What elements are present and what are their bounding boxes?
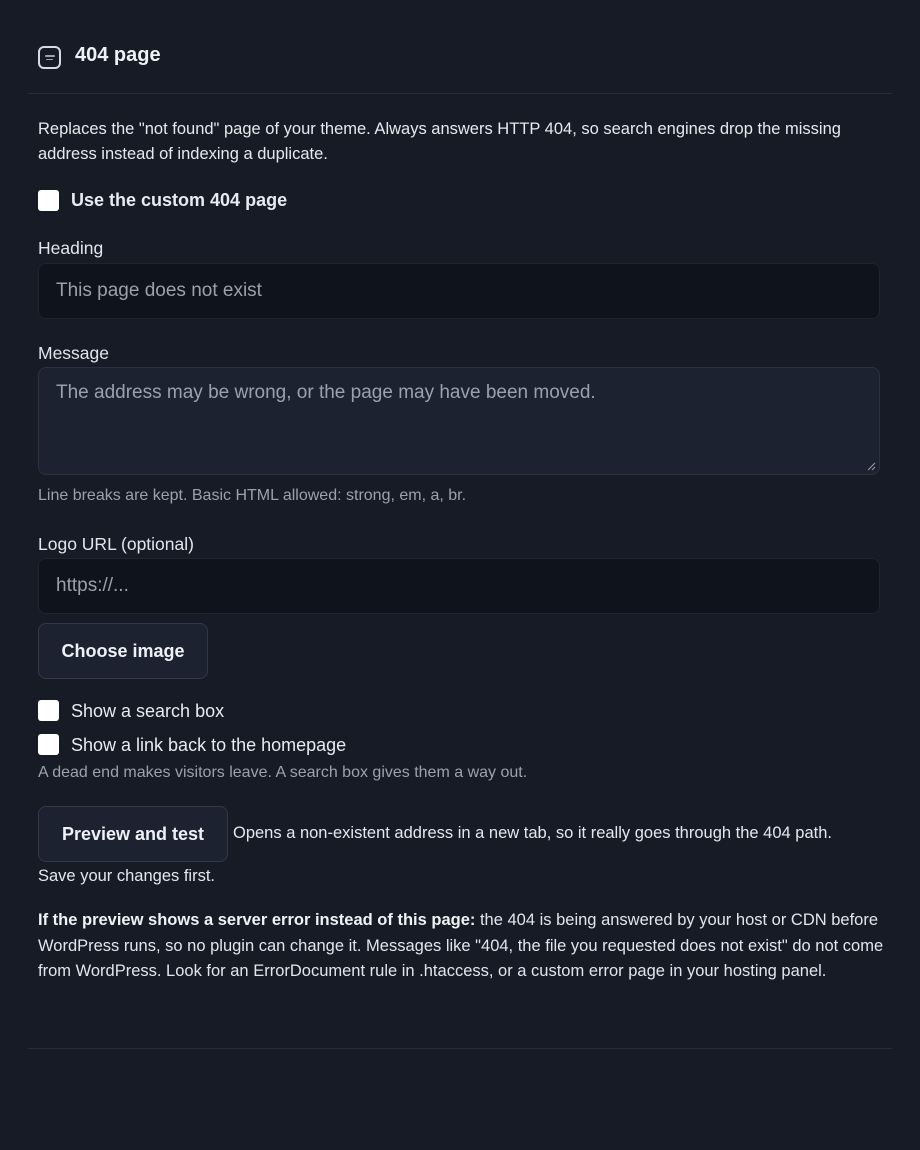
server-error-note: If the preview shows a server error inst… <box>38 908 884 985</box>
section-header: 404 page <box>28 28 892 94</box>
logo-label: Logo URL (optional) <box>38 534 194 554</box>
heading-label: Heading <box>38 238 104 258</box>
message-label: Message <box>38 343 110 363</box>
section-description: Replaces the "not found" page of your th… <box>38 120 841 163</box>
enable-checkbox-label[interactable]: Use the custom 404 page <box>71 190 287 211</box>
homepage-link-label[interactable]: Show a link back to the homepage <box>71 735 346 756</box>
message-placeholder: The address may be wrong, or the page ma… <box>56 382 596 403</box>
server-error-note-lead: If the preview shows a server error inst… <box>38 911 476 929</box>
search-box-label[interactable]: Show a search box <box>71 701 224 722</box>
message-textarea[interactable]: The address may be wrong, or the page ma… <box>38 367 880 475</box>
choose-image-button[interactable]: Choose image <box>38 623 208 679</box>
section-divider <box>28 1048 892 1049</box>
settings-panel: 404 page Replaces the "not found" page o… <box>0 0 920 1150</box>
preview-save-note: Save your changes first. <box>38 867 216 885</box>
options-hint: A dead end makes visitors leave. A searc… <box>38 764 528 781</box>
preview-description: Opens a non-existent address in a new ta… <box>233 824 832 842</box>
message-hint: Line breaks are kept. Basic HTML allowed… <box>38 487 467 504</box>
resize-grip-icon[interactable] <box>867 462 876 471</box>
page-icon <box>38 46 61 69</box>
homepage-link-checkbox[interactable] <box>38 734 59 755</box>
logo-url-input[interactable]: https://... <box>38 558 880 614</box>
logo-url-placeholder: https://... <box>56 575 129 596</box>
heading-placeholder: This page does not exist <box>56 280 262 301</box>
search-box-checkbox[interactable] <box>38 700 59 721</box>
enable-checkbox[interactable] <box>38 190 59 211</box>
heading-input[interactable]: This page does not exist <box>38 263 880 319</box>
section-title: 404 page <box>75 44 161 66</box>
preview-test-button[interactable]: Preview and test <box>38 806 228 862</box>
